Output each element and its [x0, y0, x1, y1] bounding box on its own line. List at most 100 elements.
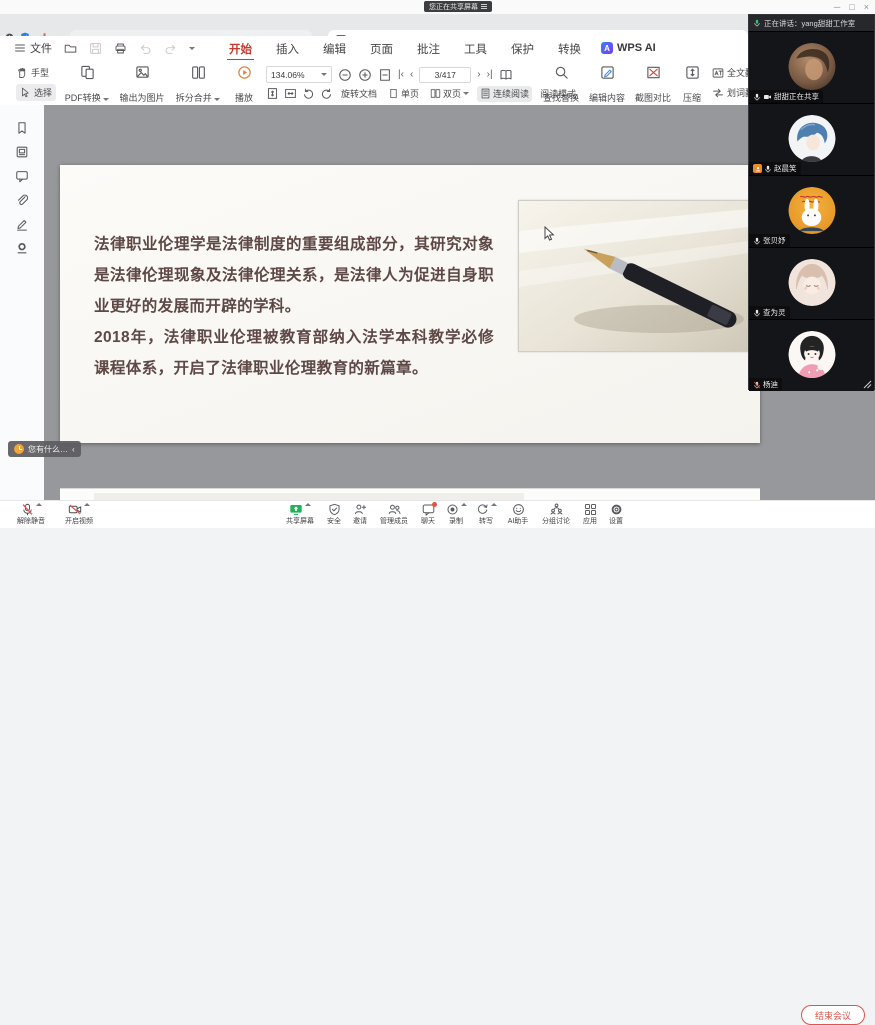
select-tool-button[interactable]: 选择: [16, 84, 56, 101]
chat-button[interactable]: 聊天: [418, 503, 438, 526]
meeting-participants-panel[interactable]: 正在讲话：yang甜甜工作室 甜甜正在共享: [748, 14, 875, 390]
rotate-doc-button[interactable]: 旋转文档: [338, 86, 380, 102]
continuous-read-button[interactable]: 连续阅读: [477, 86, 532, 102]
undo-button[interactable]: [139, 42, 152, 55]
chevron-up-icon: [461, 503, 467, 506]
redo-button[interactable]: [164, 42, 177, 55]
find-replace-button[interactable]: 查找替换: [540, 63, 582, 106]
share-screen-button[interactable]: 共享屏幕: [282, 503, 318, 526]
zoom-out-icon[interactable]: [338, 68, 352, 82]
edit-pen-icon: [600, 65, 615, 80]
snapshot-compare-button[interactable]: 截图对比: [632, 63, 674, 106]
maximize-button[interactable]: □: [849, 1, 854, 13]
rotate-left-icon[interactable]: [302, 87, 315, 100]
page-indicator[interactable]: 3/417: [419, 67, 471, 83]
stamp-panel-button[interactable]: [15, 241, 29, 255]
chat-label: 聊天: [421, 516, 435, 526]
open-button[interactable]: [64, 42, 77, 55]
menu-icon: [481, 3, 487, 10]
previous-page-button[interactable]: ‹: [410, 69, 413, 80]
save-button[interactable]: [89, 42, 102, 55]
collapse-chevron[interactable]: ‹: [72, 445, 75, 454]
last-page-button[interactable]: ›|: [487, 69, 493, 80]
chat-badge: [432, 502, 437, 507]
rotate-right-icon[interactable]: [320, 87, 333, 100]
participant-tile[interactable]: 甜甜正在共享: [749, 31, 874, 103]
next-page-button[interactable]: ›: [477, 69, 480, 80]
invite-button[interactable]: 邀请: [350, 503, 370, 526]
transcribe-button[interactable]: 转写: [474, 503, 498, 526]
breakout-rooms-button[interactable]: 分组讨论: [538, 503, 574, 526]
tab-home[interactable]: 开始: [217, 37, 264, 60]
avatar: [788, 187, 835, 234]
pen-photo: [518, 200, 750, 352]
zoom-in-icon[interactable]: [358, 68, 372, 82]
export-image-button[interactable]: 输出为图片: [114, 63, 170, 106]
participant-tile[interactable]: 张贝妤: [749, 175, 874, 247]
tab-convert[interactable]: 转换: [546, 37, 593, 60]
start-video-label: 开启视频: [65, 516, 93, 526]
tab-insert[interactable]: 插入: [264, 37, 311, 60]
fit-page-icon[interactable]: [378, 68, 392, 82]
chevron-up-icon: [491, 503, 497, 506]
screen-share-banner[interactable]: 您正在共享屏幕: [424, 1, 492, 12]
pdf-convert-button[interactable]: PDF转换: [62, 63, 112, 106]
thumbnail-panel-button[interactable]: [15, 145, 29, 159]
single-page-button[interactable]: 单页: [385, 86, 422, 102]
participant-tile[interactable]: 杨迪: [749, 319, 874, 391]
annotation-pen-button[interactable]: [15, 217, 29, 231]
compress-button[interactable]: 压缩: [678, 63, 706, 106]
tab-page[interactable]: 页面: [358, 37, 405, 60]
ai-assistant-button[interactable]: AI助手: [504, 503, 532, 526]
bookmark-icon: [15, 121, 29, 135]
security-label: 安全: [327, 516, 341, 526]
tab-tools[interactable]: 工具: [452, 37, 499, 60]
security-button[interactable]: 安全: [324, 503, 344, 526]
minimize-button[interactable]: ─: [834, 1, 840, 13]
tab-edit[interactable]: 编辑: [311, 37, 358, 60]
first-page-button[interactable]: |‹: [398, 69, 404, 80]
export-image-label: 输出为图片: [119, 91, 164, 104]
hand-tool-button[interactable]: 手型: [16, 64, 56, 81]
participant-tile[interactable]: 查为灵: [749, 247, 874, 319]
zoom-level-select[interactable]: 134.06%: [266, 66, 332, 83]
close-button[interactable]: ×: [864, 1, 869, 13]
participant-tile[interactable]: 赵晨笑: [749, 103, 874, 175]
print-button[interactable]: [114, 42, 127, 55]
manage-members-button[interactable]: 管理成员: [376, 503, 412, 526]
double-page-button[interactable]: 双页: [427, 86, 472, 102]
mic-icon: [753, 237, 761, 245]
share-banner-text: 您正在共享屏幕: [429, 2, 478, 12]
edit-content-button[interactable]: 编辑内容: [586, 63, 628, 106]
reading-book-icon[interactable]: [499, 68, 513, 82]
gear-icon: [610, 503, 623, 516]
tab-comment[interactable]: 批注: [405, 37, 452, 60]
end-meeting-button[interactable]: 结束会议: [801, 1005, 865, 1025]
history-dropdown[interactable]: [189, 47, 195, 50]
assistant-chip-label: 您有什么…: [28, 444, 68, 455]
record-button[interactable]: 录制: [444, 503, 468, 526]
hamburger-menu[interactable]: 文件: [14, 40, 52, 56]
chevron-up-icon: [36, 503, 42, 506]
wps-ai-button[interactable]: A WPS AI: [601, 42, 656, 54]
split-merge-button[interactable]: 拆分合并: [172, 63, 224, 106]
unmute-button[interactable]: 解除静音: [8, 503, 54, 526]
fit-height-icon[interactable]: [266, 87, 279, 100]
play-button[interactable]: 播放: [228, 63, 260, 106]
comments-panel-button[interactable]: [15, 169, 29, 183]
bookmark-panel-button[interactable]: [15, 121, 29, 135]
print-icon: [114, 42, 127, 55]
attachments-panel-button[interactable]: [15, 193, 29, 207]
assistant-chip[interactable]: 您有什么… ‹: [8, 441, 81, 457]
fit-width-icon[interactable]: [284, 87, 297, 100]
breakout-rooms-label: 分组讨论: [542, 516, 570, 526]
invite-label: 邀请: [353, 516, 367, 526]
panel-resize-handle[interactable]: [863, 380, 872, 389]
start-video-button[interactable]: 开启视频: [56, 503, 102, 526]
apps-button[interactable]: 应用: [580, 503, 600, 526]
tab-protect[interactable]: 保护: [499, 37, 546, 60]
snapshot-compare-label: 截图对比: [635, 91, 671, 104]
settings-button[interactable]: 设置: [606, 503, 626, 526]
document-tabstrip: [0, 14, 875, 36]
pen-icon: [15, 217, 29, 231]
